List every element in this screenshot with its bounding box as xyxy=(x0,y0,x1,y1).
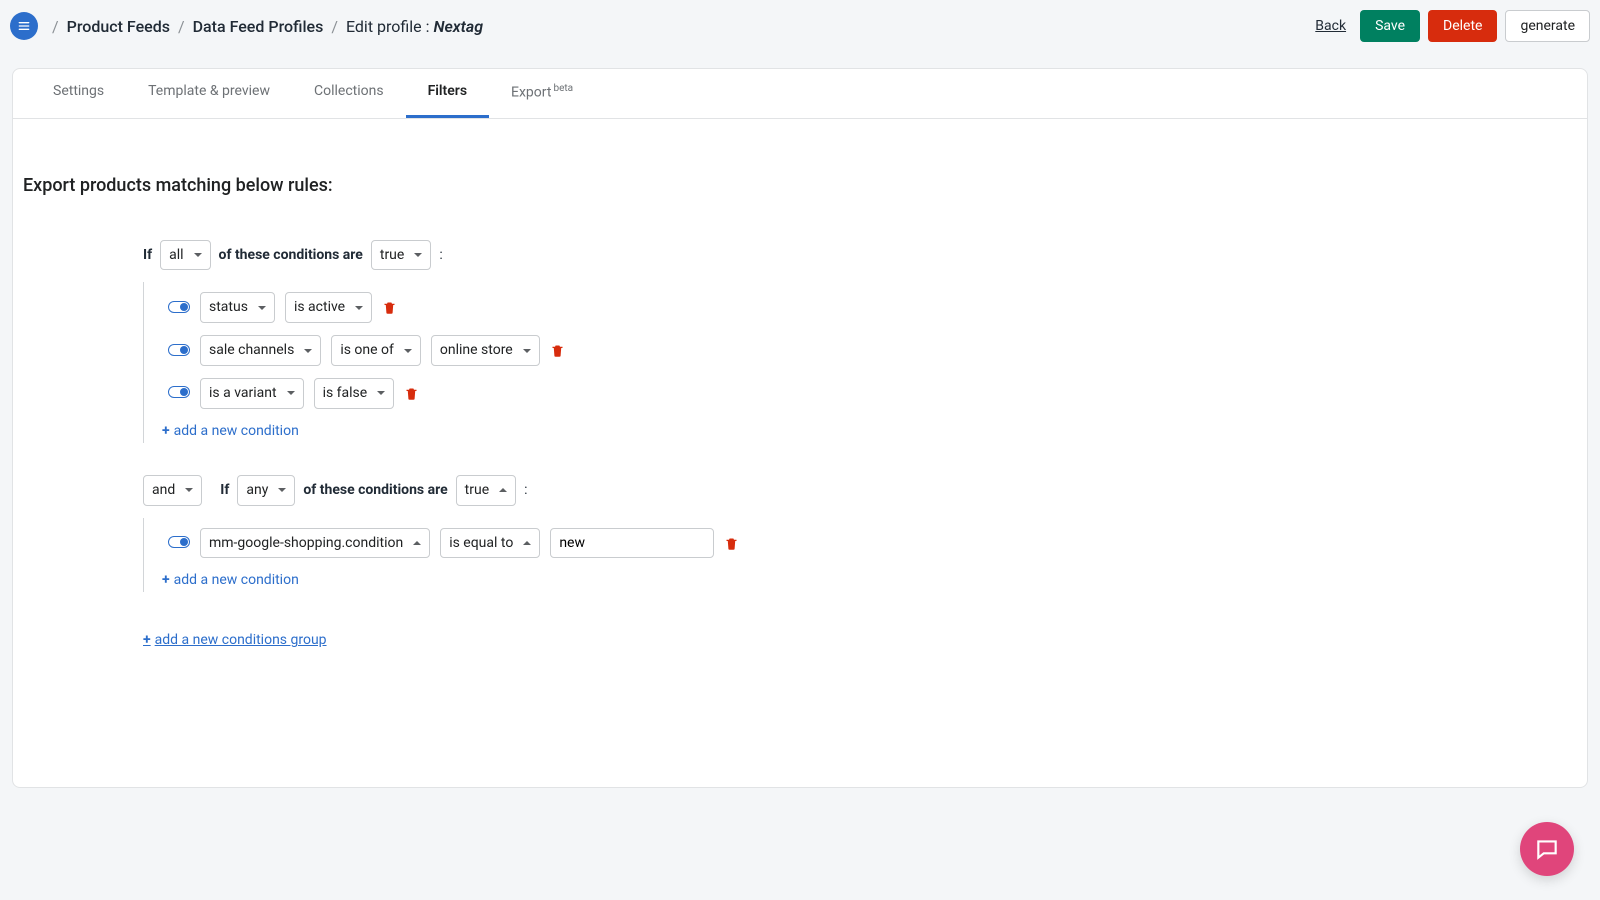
field-select[interactable]: sale channels xyxy=(200,335,321,366)
value-input[interactable] xyxy=(550,528,714,558)
condition-row: status is active xyxy=(144,286,1577,329)
condition-toggle[interactable] xyxy=(168,301,190,313)
delete-condition-button[interactable] xyxy=(382,300,397,315)
operator-value: is one of xyxy=(340,342,394,359)
breadcrumb-item[interactable]: Product Feeds xyxy=(67,17,170,36)
operator-select[interactable]: is false xyxy=(314,378,395,409)
delete-button[interactable]: Delete xyxy=(1428,10,1497,42)
save-button[interactable]: Save xyxy=(1360,10,1420,42)
breadcrumb-current: Edit profile : Nextag xyxy=(346,17,483,36)
chevron-up-icon xyxy=(413,541,421,545)
chevron-down-icon xyxy=(287,391,295,395)
menu-toggle[interactable] xyxy=(10,12,38,40)
help-fab[interactable] xyxy=(1520,822,1574,876)
breadcrumb-sep: / xyxy=(331,17,338,36)
chevron-down-icon xyxy=(377,391,385,395)
plus-icon: + xyxy=(143,632,151,648)
chevron-down-icon xyxy=(194,253,202,257)
match-select[interactable]: all xyxy=(160,240,210,271)
plus-icon: + xyxy=(162,423,170,439)
breadcrumb-current-name: Nextag xyxy=(433,17,483,36)
plus-icon: + xyxy=(162,572,170,588)
bool-select[interactable]: true xyxy=(456,475,516,506)
operator-select[interactable]: is active xyxy=(285,292,372,323)
chevron-down-icon xyxy=(304,349,312,353)
of-these-label: of these conditions are xyxy=(219,247,363,263)
chevron-down-icon xyxy=(278,488,286,492)
operator-value: is equal to xyxy=(449,535,513,552)
field-select[interactable]: is a variant xyxy=(200,378,304,409)
of-these-label: of these conditions are xyxy=(303,482,447,498)
match-select[interactable]: any xyxy=(237,475,295,506)
condition-group: If all of these conditions are true : s xyxy=(23,240,1577,443)
beta-badge: beta xyxy=(553,83,573,94)
rules-heading: Export products matching below rules: xyxy=(23,175,1577,196)
condition-toggle[interactable] xyxy=(168,344,190,356)
joiner-value: and xyxy=(152,482,175,499)
chevron-down-icon xyxy=(355,306,363,310)
bool-value: true xyxy=(465,482,489,499)
chevron-down-icon xyxy=(258,306,266,310)
tab-export[interactable]: Exportbeta xyxy=(489,69,595,118)
chat-icon xyxy=(1534,836,1560,862)
field-value: status xyxy=(209,299,248,316)
if-label: If xyxy=(143,247,152,263)
tabs: Settings Template & preview Collections … xyxy=(13,69,1587,119)
add-condition-button[interactable]: + add a new condition xyxy=(144,415,299,439)
bool-select[interactable]: true xyxy=(371,240,431,271)
tab-collections[interactable]: Collections xyxy=(292,69,406,118)
field-value: is a variant xyxy=(209,385,277,402)
if-label: If xyxy=(220,482,229,498)
delete-condition-button[interactable] xyxy=(724,536,739,551)
breadcrumb-item[interactable]: Data Feed Profiles xyxy=(193,17,324,36)
main-card: Settings Template & preview Collections … xyxy=(12,68,1588,788)
chevron-down-icon xyxy=(414,253,422,257)
breadcrumb: / Product Feeds / Data Feed Profiles / E… xyxy=(52,17,483,36)
back-link[interactable]: Back xyxy=(1309,18,1352,34)
field-value: mm-google-shopping.condition xyxy=(209,535,403,552)
tab-settings[interactable]: Settings xyxy=(31,69,126,118)
value-select[interactable]: online store xyxy=(431,335,540,366)
condition-toggle[interactable] xyxy=(168,536,190,548)
add-group-button[interactable]: + add a new conditions group xyxy=(143,624,327,648)
operator-select[interactable]: is one of xyxy=(331,335,421,366)
breadcrumb-current-prefix: Edit profile : xyxy=(346,17,430,36)
field-select[interactable]: mm-google-shopping.condition xyxy=(200,528,430,559)
delete-condition-button[interactable] xyxy=(404,386,419,401)
operator-value: is active xyxy=(294,299,345,316)
colon: : xyxy=(524,482,527,498)
delete-condition-button[interactable] xyxy=(550,343,565,358)
tab-filters[interactable]: Filters xyxy=(406,69,489,118)
bool-value: true xyxy=(380,247,404,264)
condition-row: sale channels is one of online store xyxy=(144,329,1577,372)
condition-row: mm-google-shopping.condition is equal to xyxy=(144,522,1577,565)
add-condition-label: add a new condition xyxy=(174,572,299,588)
condition-toggle[interactable] xyxy=(168,386,190,398)
condition-row: is a variant is false xyxy=(144,372,1577,415)
value-text: online store xyxy=(440,342,513,359)
tab-template[interactable]: Template & preview xyxy=(126,69,292,118)
operator-select[interactable]: is equal to xyxy=(440,528,540,559)
tab-export-label: Export xyxy=(511,85,551,101)
chevron-up-icon xyxy=(523,541,531,545)
chevron-down-icon xyxy=(523,349,531,353)
add-group-label: add a new conditions group xyxy=(155,632,327,648)
field-select[interactable]: status xyxy=(200,292,275,323)
breadcrumb-sep: / xyxy=(178,17,185,36)
match-value: all xyxy=(169,247,183,264)
operator-value: is false xyxy=(323,385,368,402)
chevron-down-icon xyxy=(185,488,193,492)
chevron-up-icon xyxy=(499,488,507,492)
add-condition-button[interactable]: + add a new condition xyxy=(144,564,299,588)
joiner-select[interactable]: and xyxy=(143,475,202,506)
chevron-down-icon xyxy=(404,349,412,353)
add-condition-label: add a new condition xyxy=(174,423,299,439)
match-value: any xyxy=(246,482,268,499)
breadcrumb-sep: / xyxy=(52,17,59,36)
generate-button[interactable]: generate xyxy=(1505,10,1590,42)
field-value: sale channels xyxy=(209,342,294,359)
colon: : xyxy=(439,247,442,263)
condition-group: and If any of these conditions are true … xyxy=(23,475,1577,593)
